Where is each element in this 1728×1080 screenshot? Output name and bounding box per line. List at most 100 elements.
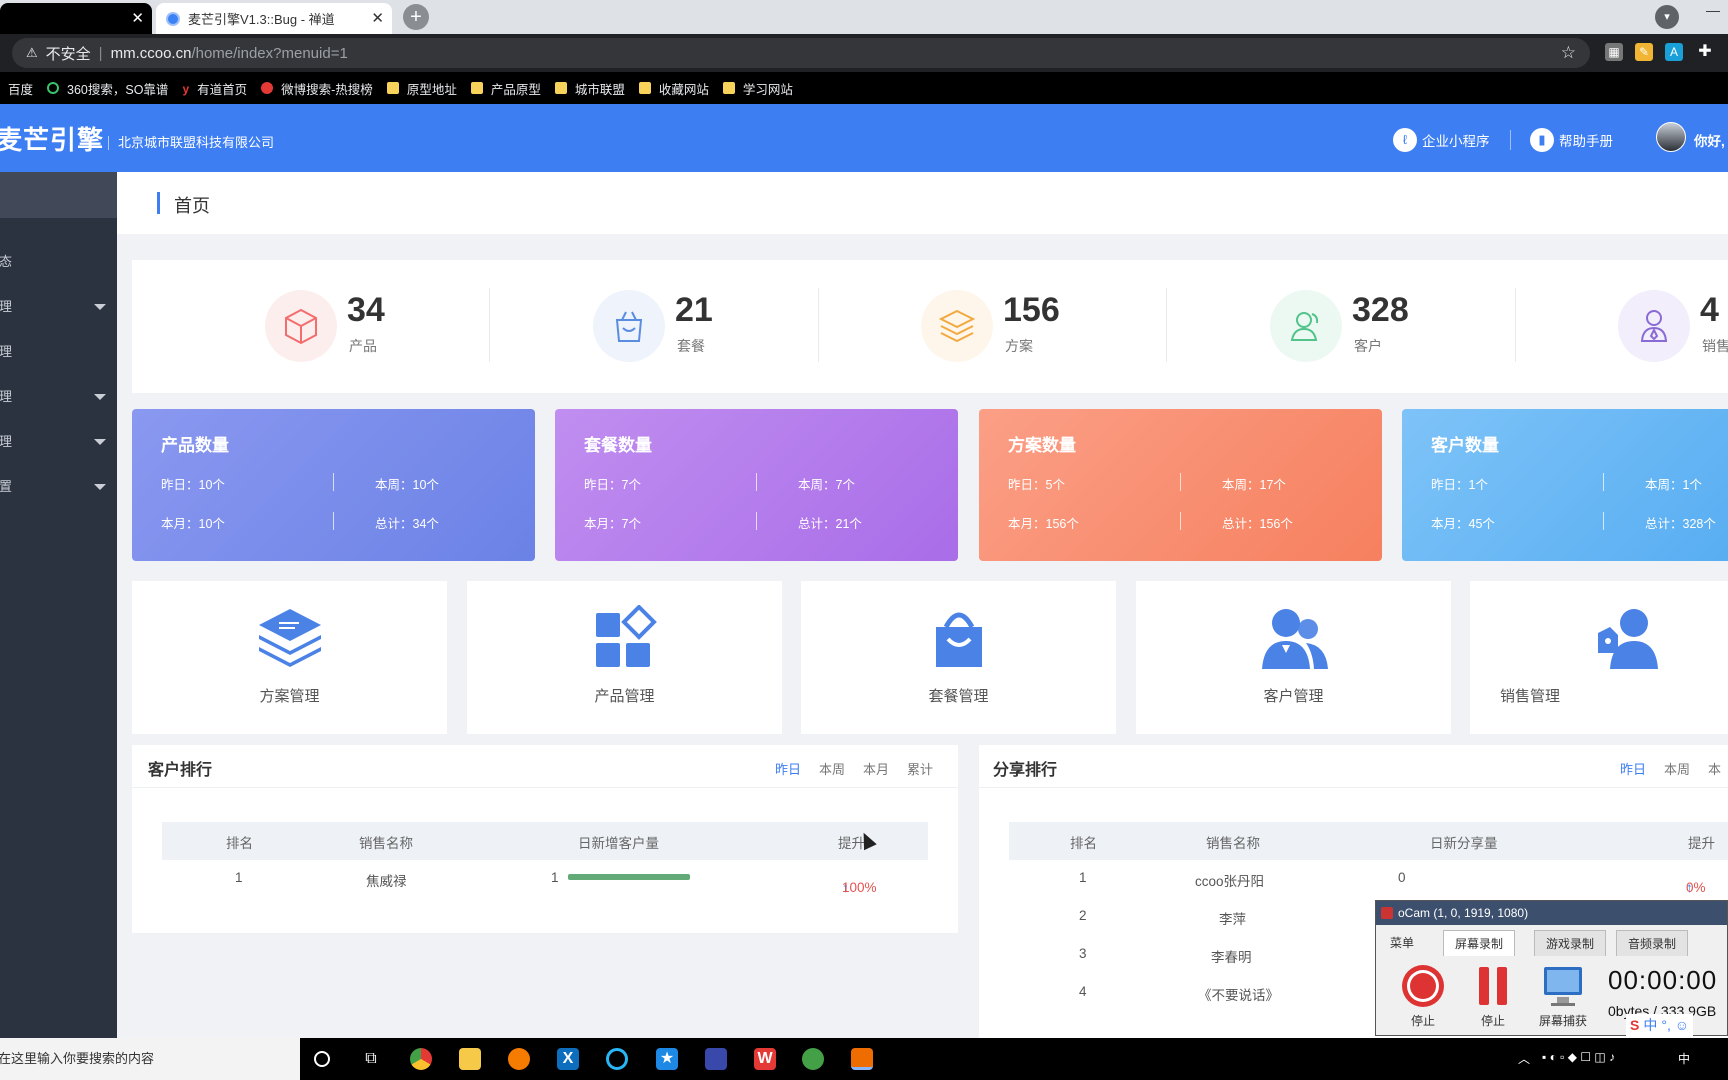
module-product-management[interactable]: 产品管理 (467, 581, 782, 734)
close-icon[interactable]: ✕ (131, 9, 144, 27)
new-tab-button[interactable]: + (403, 4, 429, 30)
bookmark-folder[interactable]: 学习网站 (722, 79, 793, 98)
sidebar-active-item[interactable] (0, 172, 117, 218)
sidebar: 态 理 理 理 理 置 (0, 172, 117, 1038)
tab-this-month[interactable]: 本月 (863, 762, 889, 777)
address-bar-row: ⚠ 不安全 | mm.ccoo.cn /home/index?menuid=1 … (0, 34, 1728, 72)
bookmark-folder[interactable]: 城市联盟 (554, 79, 625, 98)
module-customer-management[interactable]: 客户管理 (1136, 581, 1451, 734)
table-row[interactable]: 1 ccoo张丹阳 0 ↑ 0% (1009, 860, 1728, 898)
tab-label: 麦芒引擎V1.3::Bug - 禅道 (188, 12, 335, 27)
extension-icon[interactable]: ▦ (1605, 43, 1623, 61)
ocam-tab-menu[interactable]: 菜单 (1379, 930, 1425, 956)
sidebar-item[interactable]: 理 (0, 420, 117, 464)
tab-this-week[interactable]: 本周 (1664, 762, 1690, 777)
puzzle-extension-icon[interactable]: ✚ (1696, 43, 1714, 61)
help-manual-link[interactable]: ▮ 帮助手册 (1530, 128, 1613, 152)
sidebar-item[interactable]: 态 (0, 240, 117, 284)
taskbar: 在这里输入你要搜索的内容 ⧉ X ★ W ︿ ▪ ◐ ▫ ◆ ☐ ◫ ♪ 中 (0, 1038, 1728, 1080)
bookmark-folder[interactable]: 收藏网站 (638, 79, 709, 98)
avatar[interactable] (1656, 122, 1686, 152)
ocam-tab-game-record[interactable]: 游戏录制 (1534, 930, 1607, 956)
ocam-tab-screen-record[interactable]: 屏幕录制 (1443, 930, 1516, 956)
taskbar-search-input[interactable]: 在这里输入你要搜索的内容 (0, 1038, 300, 1080)
user-greeting[interactable]: 你好, (1694, 130, 1725, 150)
chrome-icon[interactable] (410, 1048, 432, 1070)
page-header: 首页 (117, 172, 1728, 234)
ocam-tab-audio-record[interactable]: 音频录制 (1616, 930, 1689, 956)
mini-program-link[interactable]: ℓ 企业小程序 (1393, 128, 1490, 152)
period-tabs: 昨日 本周 本 (1602, 759, 1721, 778)
browser-tab-1[interactable]: ✕ (0, 3, 152, 34)
stat-value: 328 (1352, 291, 1409, 329)
company-name: 北京城市联盟科技有限公司 (108, 136, 274, 150)
bookmark-item[interactable]: 微博搜索-热搜榜 (261, 79, 373, 98)
minimize-button[interactable]: — (1706, 2, 1720, 18)
app-icon[interactable] (705, 1048, 727, 1070)
address-bar[interactable]: ⚠ 不安全 | mm.ccoo.cn /home/index?menuid=1 … (12, 38, 1590, 68)
card-plan-count[interactable]: 方案数量 昨日：5个 本周：17个 本月：156个 总计：156个 (979, 409, 1382, 561)
firefox-icon[interactable] (508, 1048, 530, 1070)
translate-extension-icon[interactable]: A (1665, 43, 1683, 61)
xmind-icon[interactable]: X (557, 1048, 579, 1070)
ime-toolbar[interactable]: S 中 °, ☺ (1626, 1014, 1694, 1036)
bookmark-item[interactable]: 360搜索，SO靠谱 (47, 79, 168, 98)
ime-indicator[interactable]: 中 (1678, 1050, 1690, 1067)
tab-yesterday[interactable]: 昨日 (775, 762, 801, 777)
module-plan-management[interactable]: 方案管理 (132, 581, 447, 734)
sidebar-item[interactable]: 理 (0, 285, 117, 329)
sidebar-item[interactable]: 理 (0, 375, 117, 419)
tab-this-week[interactable]: 本周 (819, 762, 845, 777)
browser-tab-2[interactable]: 麦芒引擎V1.3::Bug - 禅道 ✕ (156, 3, 392, 34)
divider (1510, 130, 1511, 150)
mini-program-icon: ℓ (1393, 128, 1417, 152)
card-customer-count[interactable]: 客户数量 昨日：1个 本周：1个 本月：45个 总计：328个 (1402, 409, 1728, 561)
stat-label: 销售 (1702, 338, 1728, 354)
divider (1166, 288, 1167, 362)
file-explorer-icon[interactable] (459, 1048, 481, 1070)
tray-up-icon[interactable]: ︿ (1518, 1050, 1530, 1067)
wechat-icon[interactable] (802, 1048, 824, 1070)
ocam-taskbar-icon[interactable] (851, 1048, 873, 1070)
extension-icon[interactable]: ✎ (1635, 43, 1653, 61)
module-sales-management[interactable]: 销售管理 (1470, 581, 1728, 734)
bookmark-folder[interactable]: 原型地址 (386, 79, 457, 98)
tab-this-month[interactable]: 本 (1708, 762, 1721, 777)
tray-apps-icon[interactable]: ▪ ◐ ▫ ◆ ☐ ◫ ♪ (1542, 1050, 1615, 1064)
card-package-count[interactable]: 套餐数量 昨日：7个 本周：7个 本月：7个 总计：21个 (555, 409, 958, 561)
app-logo[interactable]: 麦芒引擎 (0, 120, 104, 157)
bookmark-folder[interactable]: 产品原型 (470, 79, 541, 98)
caret-down-icon (94, 304, 106, 310)
bookmark-star-icon[interactable]: ☆ (1561, 43, 1576, 63)
ocam-title-bar[interactable]: oCam (1, 0, 1919, 1080) (1376, 901, 1727, 925)
task-view-icon[interactable]: ⧉ (360, 1048, 382, 1070)
bookmark-item[interactable]: y 有道首页 (182, 79, 247, 98)
profile-menu-icon[interactable]: ▾ (1655, 5, 1679, 29)
module-package-management[interactable]: 套餐管理 (801, 581, 1116, 734)
close-icon[interactable]: ✕ (371, 9, 384, 27)
cortana-icon[interactable] (314, 1051, 330, 1067)
pause-icon (1479, 967, 1507, 1005)
stat-label: 方案 (1005, 338, 1033, 354)
ocam-app-icon (1381, 907, 1393, 919)
tab-yesterday[interactable]: 昨日 (1620, 762, 1646, 777)
bookmark-item[interactable]: 百度 (8, 79, 33, 98)
ocam-pause-button[interactable]: 停止 (1463, 963, 1523, 1029)
divider (333, 473, 334, 491)
stat-value: 34 (347, 291, 385, 329)
stat-label: 产品 (349, 338, 377, 354)
folder-icon (638, 82, 651, 94)
url-host: mm.ccoo.cn (110, 44, 192, 62)
table-row[interactable]: 1 焦威禄 1 ↑ 100% (162, 860, 928, 898)
folder-icon (470, 82, 483, 94)
search-app-icon[interactable] (606, 1048, 628, 1070)
wps-icon[interactable]: W (754, 1048, 776, 1070)
sidebar-item[interactable]: 置 (0, 465, 117, 509)
tab-cumulative[interactable]: 累计 (907, 762, 933, 777)
star-app-icon[interactable]: ★ (656, 1048, 678, 1070)
sidebar-item[interactable]: 理 (0, 330, 117, 374)
ocam-capture-button[interactable]: 屏幕捕获 (1533, 963, 1593, 1029)
ocam-stop-button[interactable]: 停止 (1393, 963, 1453, 1029)
divider (818, 288, 819, 362)
card-product-count[interactable]: 产品数量 昨日：10个 本周：10个 本月：10个 总计：34个 (132, 409, 535, 561)
